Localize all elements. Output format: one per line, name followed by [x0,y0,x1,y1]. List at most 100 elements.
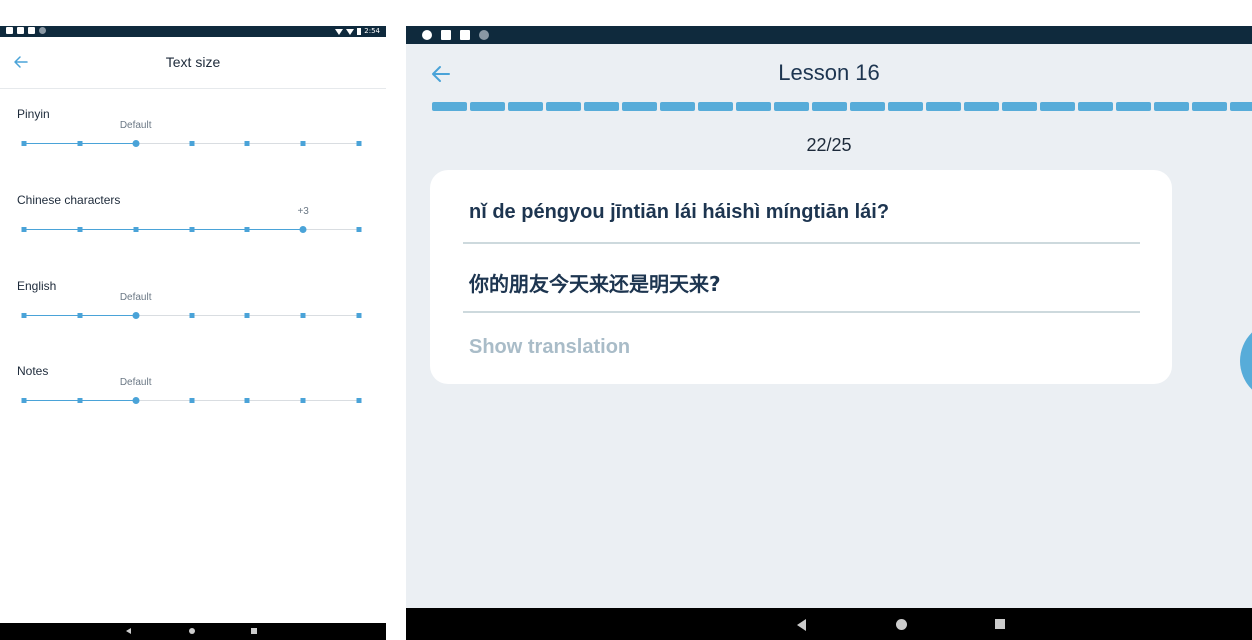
slider-stop[interactable] [244,141,250,146]
progress-segment [774,102,809,111]
progress-segment [1116,102,1151,111]
signal-icon [346,28,355,35]
slider-stop[interactable] [189,313,194,318]
slider-stop[interactable] [189,398,194,403]
slider-stop[interactable] [356,227,362,232]
system-nav-bar [406,608,1252,640]
progress-segment [850,102,885,111]
lesson-progress-bar [432,102,1252,111]
text-size-screen: 2:54 Text size Pinyin Default Chinese ch… [0,26,386,640]
slider-stop[interactable] [77,141,83,146]
battery-icon [357,28,362,35]
slider-stop[interactable] [189,141,194,146]
status-icons [6,27,46,34]
next-button[interactable] [1240,321,1252,401]
slider-thumb[interactable] [132,397,140,404]
status-right: 2:54 [335,26,380,37]
divider [463,311,1140,313]
settings-icon [422,30,432,40]
slider-thumb[interactable] [132,312,140,319]
progress-segment [812,102,847,111]
sd-card-icon [460,30,470,40]
app-icon [17,27,24,34]
progress-segment [1154,102,1189,111]
slider-stop[interactable] [300,313,306,318]
slider-stop[interactable] [21,398,27,403]
circle-icon [39,27,46,34]
progress-segment [736,102,771,111]
nav-recents-icon[interactable] [995,619,1005,629]
slider-stop[interactable] [356,313,362,318]
nav-home-icon[interactable] [896,619,907,630]
progress-segment [698,102,733,111]
progress-segment [926,102,961,111]
slider-stop[interactable] [21,141,27,146]
lesson-screen: Lesson 16 22/25 nǐ de péngyou jīntiān lá… [406,26,1252,640]
slider-stop[interactable] [133,227,139,232]
wifi-icon [335,28,344,35]
status-time: 2:54 [364,27,380,35]
setting-value: Default [119,377,152,388]
progress-counter: 22/25 [806,135,852,155]
status-icons [422,30,489,40]
progress-segment [622,102,657,111]
setting-notes: Notes Default [0,364,386,434]
nav-recents-icon[interactable] [251,628,257,634]
slider-stop[interactable] [300,141,306,146]
progress-segment [470,102,505,111]
progress-segment [1192,102,1227,111]
nav-home-icon[interactable] [189,628,195,634]
nav-back-icon[interactable] [797,619,806,631]
setting-value: +3 [297,206,309,217]
settings-icon [6,27,13,34]
header: Text size [0,37,386,89]
show-translation-button[interactable]: Show translation [469,336,630,359]
setting-pinyin: Pinyin Default [0,107,386,177]
slider-stop[interactable] [244,227,250,232]
setting-value: Default [119,120,152,131]
system-nav-bar [0,623,386,640]
progress-segment [888,102,923,111]
slider-stop[interactable] [21,227,27,232]
slider-thumb[interactable] [132,140,140,147]
progress-segment [584,102,619,111]
progress-segment [1040,102,1075,111]
setting-label: Pinyin [17,107,50,121]
progress-segment [508,102,543,111]
progress-segment [660,102,695,111]
nav-back-icon[interactable] [126,628,131,634]
page-title: Text size [165,54,221,70]
setting-english: English Default [0,279,386,349]
setting-value: Default [119,292,152,303]
slider-stop[interactable] [21,313,27,318]
setting-label: English [17,279,57,293]
sentence-card: nǐ de péngyou jīntiān lái háishì míngtiā… [430,170,1172,384]
progress-segment [432,102,467,111]
slider-stop[interactable] [77,398,83,403]
setting-label: Notes [17,364,49,378]
divider [463,242,1140,244]
slider-stop[interactable] [300,398,306,403]
pinyin-text: nǐ de péngyou jīntiān lái háishì míngtiā… [469,201,890,223]
status-bar [406,26,1252,44]
progress-segment [1078,102,1113,111]
sd-card-icon [28,27,35,34]
lesson-title: Lesson 16 [778,60,880,85]
slider-fill [24,229,304,230]
progress-segment [1230,102,1252,111]
chinese-text: 你的朋友今天来还是明天来? [469,272,721,296]
circle-icon [479,30,489,40]
setting-label: Chinese characters [17,193,121,207]
slider-stop[interactable] [356,398,362,403]
slider-stop[interactable] [77,227,83,232]
slider-stop[interactable] [244,398,250,403]
slider-stop[interactable] [356,141,362,146]
progress-segment [1002,102,1037,111]
app-icon [441,30,451,40]
slider-stop[interactable] [189,227,194,232]
slider-stop[interactable] [77,313,83,318]
setting-chinese-characters: Chinese characters +3 [0,193,386,263]
progress-segment [546,102,581,111]
slider-thumb[interactable] [299,226,307,233]
slider-stop[interactable] [244,313,250,318]
